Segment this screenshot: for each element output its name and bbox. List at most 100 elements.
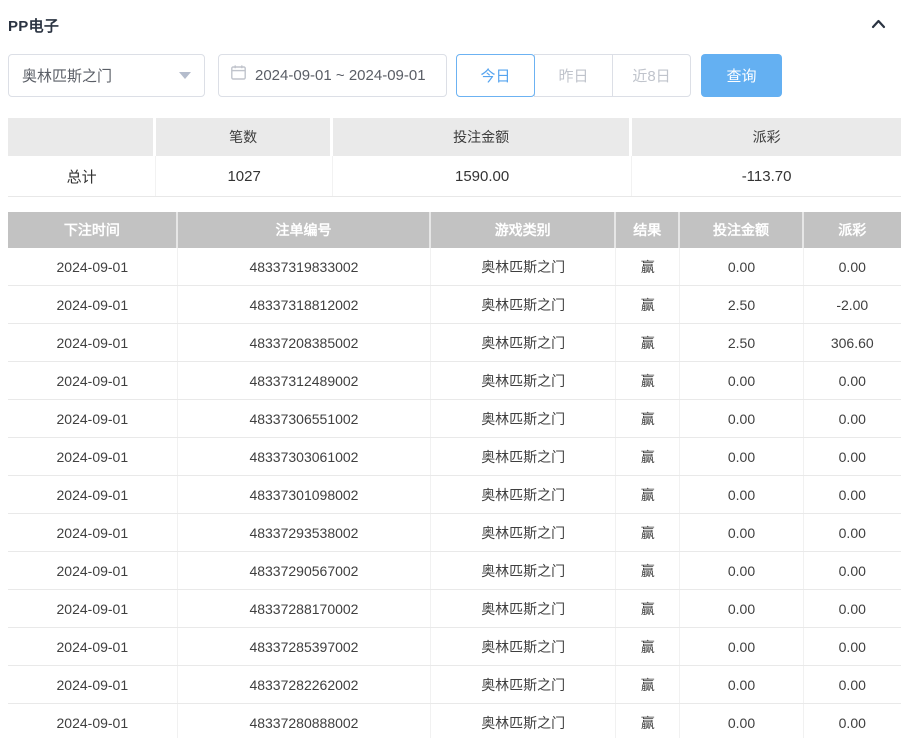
- cell-bet-amount: 0.00: [680, 476, 804, 513]
- cell-bet-time: 2024-09-01: [8, 666, 178, 703]
- summary-total-row: 总计 1027 1590.00 -113.70: [8, 156, 901, 197]
- table-row: 2024-09-01 48337312489002 奥林匹斯之门赢 0.00 0.00: [8, 362, 901, 400]
- bets-table: 下注时间 注单编号 游戏类别 结果 投注金额 派彩 2024-09-01 483373198…: [8, 212, 901, 738]
- cell-payout: 0.00: [838, 638, 866, 655]
- cell-result: 赢: [616, 666, 681, 703]
- cell-game-category: 奥林匹斯之门: [431, 514, 617, 551]
- summary-header-cell-2: 投注金额: [333, 118, 633, 156]
- cell-result: 赢: [616, 438, 681, 475]
- summary-header-cell-0: [8, 118, 157, 156]
- panel-header: PP电子: [8, 14, 901, 36]
- cell-bet-time: 2024-09-01: [8, 362, 178, 399]
- cell-payout: 0.00: [838, 676, 866, 693]
- date-range-value: 2024-09-01 ~ 2024-09-01: [255, 66, 426, 84]
- cell-bet-amount: 0.00: [680, 438, 804, 475]
- summary-payout: -113.70: [741, 167, 792, 185]
- query-button[interactable]: 查询: [701, 53, 782, 97]
- cell-result: 赢: [616, 362, 681, 399]
- chevron-up-icon: [870, 17, 887, 34]
- cell-result: 赢: [616, 324, 681, 361]
- cell-bet-amount: 0.00: [680, 514, 804, 551]
- cell-bet-time: 2024-09-01: [8, 248, 178, 285]
- cell-result: 赢: [616, 400, 681, 437]
- cell-game-category: 奥林匹斯之门: [431, 400, 617, 437]
- cell-ticket-number: 48337208385002: [178, 324, 432, 361]
- table-row: 2024-09-01 48337303061002 奥林匹斯之门赢 0.00 0.00: [8, 438, 901, 476]
- table-row: 2024-09-01 48337306551002 奥林匹斯之门赢 0.00 0.00: [8, 400, 901, 438]
- table-row: 2024-09-01 48337293538002 奥林匹斯之门赢 0.00 0.00: [8, 514, 901, 552]
- cell-game-category: 奥林匹斯之门: [431, 666, 617, 703]
- cell-bet-amount: 0.00: [680, 590, 804, 627]
- cell-result: 赢: [616, 552, 681, 589]
- cell-payout: 0.00: [838, 486, 866, 503]
- summary-header-cell-1: 笔数: [156, 118, 334, 156]
- cell-bet-time: 2024-09-01: [8, 476, 178, 513]
- cell-ticket-number: 48337312489002: [178, 362, 432, 399]
- cell-ticket-number: 48337282262002: [178, 666, 432, 703]
- quick-filter-yesterday[interactable]: 昨日: [534, 53, 613, 97]
- filter-bar: 奥林匹斯之门 2024-09-01 ~ 2024-09-01 今日 昨日 近8日 查…: [8, 53, 901, 97]
- table-row: 2024-09-01 48337301098002 奥林匹斯之门赢 0.00 0.00: [8, 476, 901, 514]
- summary-header-row: 笔数 投注金额 派彩: [8, 118, 901, 156]
- cell-bet-time: 2024-09-01: [8, 438, 178, 475]
- cell-payout: 306.60: [830, 334, 874, 351]
- cell-bet-time: 2024-09-01: [8, 324, 178, 361]
- table-row: 2024-09-01 48337290567002 奥林匹斯之门赢 0.00 0.00: [8, 552, 901, 590]
- cell-ticket-number: 48337306551002: [178, 400, 432, 437]
- cell-ticket-number: 48337318812002: [178, 286, 432, 323]
- cell-bet-time: 2024-09-01: [8, 514, 178, 551]
- cell-ticket-number: 48337319833002: [178, 248, 432, 285]
- cell-bet-amount: 2.50: [680, 324, 804, 361]
- caret-down-icon: [179, 71, 191, 79]
- cell-bet-amount: 0.00: [680, 628, 804, 665]
- cell-bet-time: 2024-09-01: [8, 400, 178, 437]
- cell-ticket-number: 48337293538002: [178, 514, 432, 551]
- cell-game-category: 奥林匹斯之门: [431, 704, 617, 738]
- cell-result: 赢: [616, 628, 681, 665]
- table-row: 2024-09-01 48337288170002 奥林匹斯之门赢 0.00 0.00: [8, 590, 901, 628]
- column-header-bet-amount: 投注金额: [680, 212, 804, 248]
- table-row: 2024-09-01 48337280888002 奥林匹斯之门赢 0.00 0.00: [8, 704, 901, 738]
- quick-filter-today[interactable]: 今日: [456, 53, 535, 97]
- table-body: 2024-09-01 48337319833002 奥林匹斯之门赢 0.00 0.00 2…: [8, 248, 901, 738]
- cell-ticket-number: 48337280888002: [178, 704, 432, 738]
- cell-bet-amount: 0.00: [680, 362, 804, 399]
- cell-result: 赢: [616, 704, 681, 738]
- cell-payout: 0.00: [838, 714, 866, 731]
- column-header-payout: 派彩: [838, 222, 867, 238]
- quick-filter-last-8-days[interactable]: 近8日: [612, 53, 691, 97]
- game-select-value: 奥林匹斯之门: [22, 67, 113, 85]
- collapse-panel-button[interactable]: [870, 17, 887, 34]
- calendar-icon: [230, 64, 247, 86]
- summary-bet-amount: 1590.00: [333, 156, 633, 196]
- summary-header-cell-3: 派彩: [752, 129, 781, 145]
- summary-total-label: 总计: [8, 156, 157, 196]
- summary-count: 1027: [156, 156, 334, 196]
- cell-ticket-number: 48337301098002: [178, 476, 432, 513]
- cell-bet-time: 2024-09-01: [8, 286, 178, 323]
- cell-bet-time: 2024-09-01: [8, 552, 178, 589]
- cell-bet-time: 2024-09-01: [8, 590, 178, 627]
- cell-game-category: 奥林匹斯之门: [431, 324, 617, 361]
- summary-table: 笔数 投注金额 派彩 总计 1027 1590.00 -113.70: [8, 118, 901, 197]
- table-row: 2024-09-01 48337208385002 奥林匹斯之门赢 2.50 306.6…: [8, 324, 901, 362]
- page-title: PP电子: [8, 17, 60, 35]
- table-row: 2024-09-01 48337318812002 奥林匹斯之门赢 2.50 -2.00: [8, 286, 901, 324]
- game-select[interactable]: 奥林匹斯之门: [8, 53, 205, 97]
- cell-bet-time: 2024-09-01: [8, 628, 178, 665]
- cell-result: 赢: [616, 248, 681, 285]
- cell-ticket-number: 48337288170002: [178, 590, 432, 627]
- cell-payout: 0.00: [838, 372, 866, 389]
- cell-result: 赢: [616, 514, 681, 551]
- quick-filter-group: 今日 昨日 近8日: [456, 53, 691, 97]
- cell-payout: 0.00: [838, 448, 866, 465]
- cell-bet-amount: 0.00: [680, 704, 804, 738]
- cell-result: 赢: [616, 476, 681, 513]
- cell-result: 赢: [616, 286, 681, 323]
- date-range-picker[interactable]: 2024-09-01 ~ 2024-09-01: [218, 53, 447, 97]
- table-row: 2024-09-01 48337285397002 奥林匹斯之门赢 0.00 0.00: [8, 628, 901, 666]
- column-header-bet-time: 下注时间: [8, 212, 178, 248]
- cell-bet-amount: 0.00: [680, 552, 804, 589]
- cell-bet-amount: 2.50: [680, 286, 804, 323]
- cell-game-category: 奥林匹斯之门: [431, 286, 617, 323]
